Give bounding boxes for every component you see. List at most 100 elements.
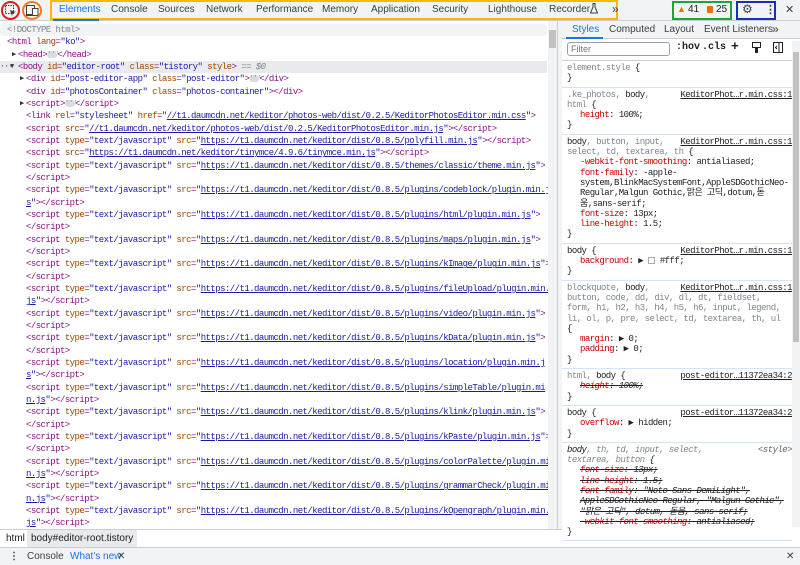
tab-network[interactable]: Network xyxy=(206,4,243,15)
expanded-arrow-icon[interactable]: ▼ xyxy=(10,61,14,73)
style-property[interactable]: font-size: 13px; xyxy=(567,465,789,475)
close-devtools-button[interactable]: ✕ xyxy=(785,3,794,16)
dom-line[interactable]: <script type="text/javascript" src="http… xyxy=(0,234,547,246)
property-name[interactable]: line-height xyxy=(580,476,634,486)
property-name[interactable]: padding xyxy=(580,344,615,354)
dom-line[interactable]: <div id="photosContainer" class="photos-… xyxy=(0,86,547,98)
warning-icon[interactable]: ▲ xyxy=(677,4,686,14)
resource-link[interactable]: https://t1.daumcdn.net/keditor/dist/0.8.… xyxy=(201,407,536,417)
dom-line[interactable]: <script type="text/javascript" src="http… xyxy=(0,184,551,196)
property-name[interactable]: -webkit-font-smoothing xyxy=(580,517,687,527)
style-property[interactable]: -webkit-font-smoothing: antialiased; xyxy=(567,517,789,527)
property-value[interactable]: hidden; xyxy=(638,418,673,428)
tab-console[interactable]: Console xyxy=(111,4,148,15)
tab-elements[interactable]: Elements xyxy=(59,4,101,15)
styles-filter-input[interactable] xyxy=(567,42,670,56)
toggle-sidebar-icon[interactable] xyxy=(773,42,783,57)
style-property[interactable]: font-family: "Noto Sans DemiLight", Appl… xyxy=(567,486,789,517)
ellipsis-badge[interactable]: ··· xyxy=(249,74,262,83)
ellipsis-badge[interactable]: ··· xyxy=(47,49,60,58)
dom-line[interactable]: <!DOCTYPE html> xyxy=(0,24,547,36)
resource-link[interactable]: https://t1.daumcdn.net/keditor/dist/0.8.… xyxy=(201,235,531,245)
dom-line[interactable]: <script src="https://t1.daumcdn.net/kedi… xyxy=(0,147,547,159)
dom-line[interactable]: <link rel="stylesheet" href="//t1.daumcd… xyxy=(0,110,547,122)
tab-recorder[interactable]: Recorder xyxy=(549,4,590,15)
property-name[interactable]: line-height xyxy=(580,219,634,229)
cls-button[interactable]: .cls xyxy=(702,42,726,53)
issues-icon[interactable] xyxy=(707,6,713,13)
resource-link[interactable]: https://t1.daumcdn.net/keditor/dist/0.8.… xyxy=(201,358,546,368)
dom-line[interactable]: <script type="text/javascript" src="http… xyxy=(0,308,547,320)
dom-line[interactable]: <script src="//t1.daumcdn.net/keditor/ph… xyxy=(0,123,547,135)
gear-icon[interactable]: ⚙ xyxy=(742,2,753,16)
property-name[interactable]: height xyxy=(580,110,610,120)
collapsed-arrow-icon[interactable]: ▶ xyxy=(20,73,24,85)
issues-count[interactable]: 25 xyxy=(716,4,727,15)
color-swatch[interactable] xyxy=(647,257,655,265)
rule-source-link[interactable]: <style> xyxy=(755,444,793,456)
expand-shorthand-icon[interactable]: ▶ xyxy=(619,334,629,344)
resource-link[interactable]: //t1.daumcdn.net/keditor/photos-web/dist… xyxy=(89,124,444,134)
hov-button[interactable]: :hov xyxy=(676,42,700,53)
property-value[interactable]: 0; xyxy=(633,344,643,354)
dom-line[interactable]: <script type="text/javascript" src="http… xyxy=(0,160,547,172)
drawer-menu-icon[interactable]: ⋮ xyxy=(9,551,19,562)
expand-shorthand-icon[interactable]: ▶ xyxy=(624,344,634,354)
property-value[interactable]: #fff; xyxy=(660,256,685,266)
style-property[interactable]: line-height: 1.5; xyxy=(567,219,789,229)
dom-line[interactable]: n.js"></script> xyxy=(0,468,547,480)
tab-lighthouse[interactable]: Lighthouse xyxy=(488,4,537,15)
dom-line[interactable]: <html lang="ko"> xyxy=(0,36,547,48)
property-name[interactable]: font-family xyxy=(580,168,634,178)
property-name[interactable]: overflow xyxy=(580,418,619,428)
resource-link[interactable]: https://t1.daumcdn.net/keditor/dist/0.8.… xyxy=(201,481,551,491)
dom-line[interactable]: <script type="text/javascript" src="http… xyxy=(0,505,551,517)
style-property[interactable]: height: 100%; xyxy=(567,110,789,120)
resource-link[interactable]: https://t1.daumcdn.net/keditor/dist/0.8.… xyxy=(201,506,551,516)
property-name[interactable]: -webkit-font-smoothing xyxy=(580,157,687,167)
tab-security[interactable]: Security xyxy=(432,4,468,15)
property-name[interactable]: font-family xyxy=(580,486,634,496)
dom-line[interactable]: <script type="text/javascript" src="http… xyxy=(0,332,547,344)
dom-line[interactable]: <script type="text/javascript" src="http… xyxy=(0,456,551,468)
expand-shorthand-icon[interactable]: ▶ xyxy=(629,418,639,428)
property-value[interactable]: antialiased; xyxy=(696,517,755,527)
dom-line[interactable]: </script> xyxy=(0,419,547,431)
property-value[interactable]: 13px; xyxy=(633,465,658,475)
dom-line[interactable]: ▶ <script>···</script> xyxy=(0,98,547,110)
elements-scrollbar[interactable] xyxy=(548,21,557,529)
property-name[interactable]: background xyxy=(580,256,629,266)
warnings-count[interactable]: 41 xyxy=(688,4,699,15)
dom-line[interactable]: <script type="text/javascript" src="http… xyxy=(0,406,547,418)
style-property[interactable]: line-height: 1.5; xyxy=(567,476,789,486)
dom-line[interactable]: </script> xyxy=(0,345,547,357)
close-drawer-icon[interactable]: ✕ xyxy=(786,551,794,562)
property-value[interactable]: 0; xyxy=(629,334,639,344)
resource-link[interactable]: n.js xyxy=(26,395,46,405)
dom-line[interactable]: ··· ▼ <body id="editor-root" class="tistor… xyxy=(0,60,547,73)
dom-line[interactable]: n.js"></script> xyxy=(0,493,547,505)
dom-line[interactable]: <script type="text/javascript" src="http… xyxy=(0,382,547,394)
more-tabs-button[interactable]: » xyxy=(612,2,619,16)
property-value[interactable]: antialiased; xyxy=(696,157,755,167)
tab-memory[interactable]: Memory xyxy=(322,4,358,15)
resource-link[interactable]: https://t1.daumcdn.net/keditor/dist/0.8.… xyxy=(201,457,551,467)
dom-line[interactable]: s"></script> xyxy=(0,369,547,381)
style-property[interactable]: -webkit-font-smoothing: antialiased; xyxy=(567,157,789,167)
plus-icon[interactable]: + xyxy=(731,39,739,54)
rule-source-link[interactable]: post-editor…11372ea34:2 xyxy=(677,371,793,382)
property-name[interactable]: margin xyxy=(580,334,610,344)
dom-line[interactable]: </script> xyxy=(0,320,547,332)
style-property[interactable]: overflow: ▶ hidden; xyxy=(567,418,789,428)
property-name[interactable]: font-size xyxy=(580,209,624,219)
resource-link[interactable]: https://t1.daumcdn.net/keditor/dist/0.8.… xyxy=(201,259,541,269)
dom-line[interactable]: <script type="text/javascript" src="http… xyxy=(0,135,547,147)
tab-layout[interactable]: Layout xyxy=(664,24,694,35)
resource-link[interactable]: https://t1.daumcdn.net/keditor/dist/0.8.… xyxy=(201,432,541,442)
tab-sources[interactable]: Sources xyxy=(158,4,195,15)
dom-line[interactable]: <script type="text/javascript" src="http… xyxy=(0,357,547,369)
style-property[interactable]: background: ▶ #fff; xyxy=(567,256,789,266)
drawer-tab-whats-new[interactable]: What's new xyxy=(70,551,121,562)
tab-performance[interactable]: Performance xyxy=(256,4,313,15)
resource-link[interactable]: js xyxy=(26,518,36,528)
